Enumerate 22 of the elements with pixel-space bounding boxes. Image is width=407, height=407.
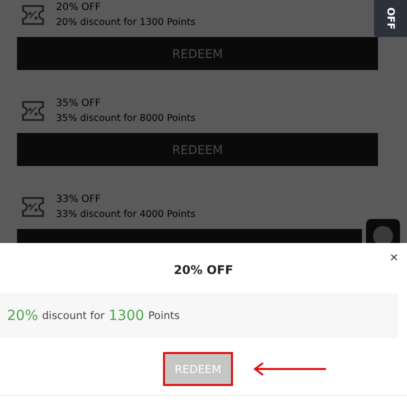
reward-description: 35% discount for 8000 Points (56, 113, 196, 124)
highlight-value: 20% (7, 308, 38, 324)
reward-title: 20% OFF (56, 2, 102, 13)
highlight-value: 1300 (108, 308, 144, 324)
side-tab[interactable]: OFF (374, 0, 407, 37)
coupon-icon (20, 3, 46, 27)
arrow-icon (253, 362, 327, 376)
reward-description: 20% discount for 1300 Points (56, 17, 196, 28)
chat-button[interactable] (366, 219, 400, 243)
redeem-button[interactable]: REDEEM (17, 37, 378, 70)
coupon-icon (20, 195, 46, 219)
coupon-icon (20, 99, 46, 123)
reward-description: 33% discount for 4000 Points (56, 209, 196, 220)
summary-text: discount for (42, 310, 105, 322)
reward-title: 35% OFF (56, 98, 102, 109)
modal-title: 20% OFF (172, 263, 234, 277)
side-tab-label: OFF (385, 7, 396, 30)
chat-icon (372, 225, 394, 243)
close-button[interactable]: × (386, 249, 401, 265)
redeem-button[interactable]: REDEEM (17, 133, 378, 166)
reward-title: 33% OFF (56, 194, 102, 205)
summary-text: Points (148, 310, 180, 322)
